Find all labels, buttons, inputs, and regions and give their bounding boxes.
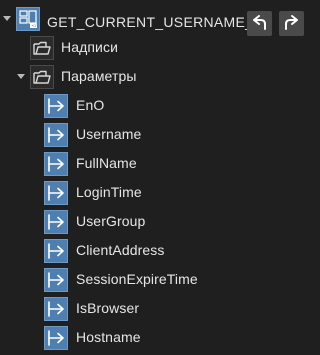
parameter-label: EnO (76, 97, 105, 113)
parameter-label: FullName (76, 155, 137, 171)
parameter-item[interactable]: LoginTime (0, 178, 311, 207)
tree-root-row[interactable]: </> GET_CURRENT_USERNAME_1 (0, 4, 311, 36)
parameter-item[interactable]: SessionExpireTime (0, 265, 311, 294)
parameter-item[interactable]: UserGroup (0, 207, 311, 236)
tree-group-labels[interactable]: Надписи (0, 33, 311, 62)
parameter-item[interactable]: Username (0, 120, 311, 149)
parameter-arrow-icon (44, 268, 68, 292)
tree-view: </> GET_CURRENT_USERNAME_1 Надписи Парам… (0, 0, 311, 355)
folder-icon (30, 36, 54, 60)
parameter-label: IsBrowser (76, 300, 140, 316)
parameter-arrow-icon (44, 94, 68, 118)
parameter-label: Username (76, 126, 142, 142)
group-parameters-label: Параметры (61, 68, 137, 84)
expand-arrow-icon[interactable] (3, 16, 11, 21)
parameter-label: SessionExpireTime (76, 271, 198, 287)
parameter-arrow-icon (44, 181, 68, 205)
parameter-arrow-icon (44, 239, 68, 263)
svg-text:</>: </> (31, 23, 39, 29)
tree-group-parameters[interactable]: Параметры (0, 62, 311, 91)
parameter-label: UserGroup (76, 213, 146, 229)
parameter-item[interactable]: IsBrowser (0, 294, 311, 323)
parameter-label: Hostname (76, 329, 141, 345)
parameter-label: LoginTime (76, 184, 142, 200)
parameter-item[interactable]: ClientAddress (0, 236, 311, 265)
function-block-icon: </> (16, 7, 40, 31)
parameter-arrow-icon (44, 297, 68, 321)
parameter-item[interactable]: Hostname (0, 323, 311, 352)
parameter-arrow-icon (44, 123, 68, 147)
parameter-arrow-icon (44, 210, 68, 234)
parameter-label: ClientAddress (76, 242, 165, 258)
expand-arrow-icon[interactable] (17, 74, 25, 79)
parameter-item[interactable]: EnO (0, 91, 311, 120)
parameter-arrow-icon (44, 152, 68, 176)
parameter-arrow-icon (44, 326, 68, 350)
parameter-item[interactable]: FullName (0, 149, 311, 178)
folder-open-icon (30, 65, 54, 89)
group-labels-label: Надписи (61, 39, 118, 55)
